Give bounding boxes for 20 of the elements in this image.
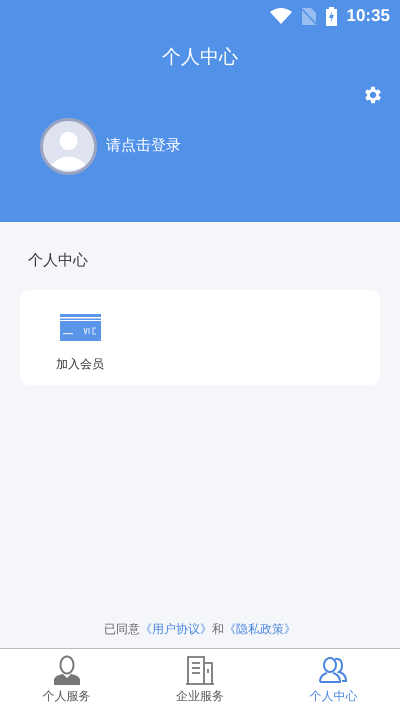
tab[interactable]: 个人中心 <box>266 649 400 711</box>
membership-card-icon <box>60 314 100 340</box>
agreement-text: 已同意 <box>104 622 140 636</box>
people-icon <box>318 655 348 685</box>
privacy-policy-link[interactable]: 《隐私政策》 <box>224 622 296 636</box>
building-icon <box>184 655 215 685</box>
join-membership-label[interactable]: 加入会员 <box>56 354 104 372</box>
battery-charging-icon <box>326 6 337 26</box>
person-icon <box>52 655 82 685</box>
login-prompt[interactable]: 请点击登录 <box>106 135 181 158</box>
page-title: 个人中心 <box>162 46 238 70</box>
agreement-text: 和 <box>212 622 224 636</box>
tab[interactable]: 企业服务 <box>133 649 267 711</box>
status-time: 10:35 <box>346 5 390 28</box>
tab[interactable]: 个人服务 <box>0 649 134 711</box>
user-agreement-link[interactable]: 《用户协议》 <box>140 622 212 636</box>
avatar-icon[interactable] <box>40 118 97 175</box>
wifi-icon <box>270 8 292 24</box>
no-sim-icon <box>302 8 316 24</box>
section-title: 个人中心 <box>27 251 89 271</box>
